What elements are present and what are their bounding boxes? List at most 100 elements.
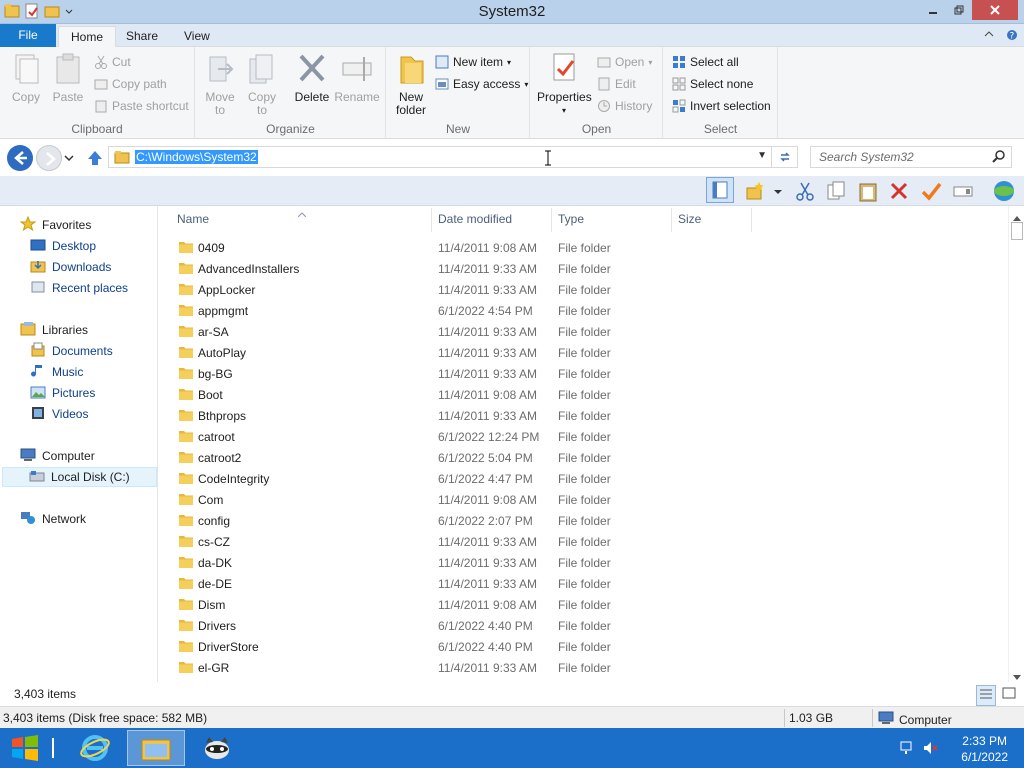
history-button[interactable]: History	[597, 97, 652, 115]
move-to-button[interactable]: Move to	[202, 51, 238, 117]
nav-music[interactable]: Music	[30, 362, 83, 382]
file-row[interactable]: appmgmt 6/1/2022 4:54 PM File folder	[160, 300, 1008, 321]
copy-path-button[interactable]: Copy path	[94, 75, 167, 93]
network-tray-icon[interactable]	[900, 740, 916, 759]
search-icon[interactable]	[991, 149, 1007, 168]
file-row[interactable]: AutoPlay 11/4/2011 9:33 AM File folder	[160, 342, 1008, 363]
tab-home[interactable]: Home	[58, 26, 117, 47]
file-row[interactable]: Dism 11/4/2011 9:08 AM File folder	[160, 594, 1008, 615]
vertical-scrollbar[interactable]	[1008, 206, 1024, 682]
taskbar-file-explorer[interactable]	[127, 730, 185, 766]
cut-icon[interactable]	[794, 180, 816, 202]
file-row[interactable]: de-DE 11/4/2011 9:33 AM File folder	[160, 573, 1008, 594]
address-bar[interactable]: C:\Windows\System32 ▼	[108, 146, 772, 168]
paste-shortcut-button[interactable]: Paste shortcut	[94, 97, 189, 115]
collapse-ribbon-icon[interactable]	[984, 29, 994, 44]
nav-recent-places[interactable]: Recent places	[30, 278, 128, 298]
scrollbar-thumb[interactable]	[1011, 222, 1023, 240]
refresh-button[interactable]	[772, 146, 798, 168]
large-icons-view-icon[interactable]	[1000, 685, 1018, 706]
column-header-name[interactable]: Name	[177, 212, 209, 230]
tab-file[interactable]: File	[0, 24, 56, 47]
file-row[interactable]: ar-SA 11/4/2011 9:33 AM File folder	[160, 321, 1008, 342]
taskbar-raccoon-app[interactable]	[188, 730, 246, 766]
paste-icon[interactable]	[857, 180, 879, 202]
volume-muted-icon[interactable]	[922, 740, 938, 759]
column-header-size[interactable]: Size	[678, 212, 701, 230]
taskbar-internet-explorer[interactable]	[66, 730, 124, 766]
delete-icon[interactable]	[888, 180, 910, 202]
nav-downloads[interactable]: Downloads	[30, 257, 111, 277]
rename-button[interactable]: Rename	[334, 51, 380, 104]
search-input[interactable]: Search System32	[810, 146, 1012, 168]
forward-button[interactable]	[36, 145, 62, 171]
file-row[interactable]: cs-CZ 11/4/2011 9:33 AM File folder	[160, 531, 1008, 552]
file-row[interactable]: Bthprops 11/4/2011 9:33 AM File folder	[160, 405, 1008, 426]
nav-libraries[interactable]: Libraries	[20, 320, 88, 340]
file-row[interactable]: bg-BG 11/4/2011 9:33 AM File folder	[160, 363, 1008, 384]
chevron-down-icon[interactable]	[772, 180, 784, 202]
file-row[interactable]: config 6/1/2022 2:07 PM File folder	[160, 510, 1008, 531]
column-separator[interactable]	[751, 208, 752, 232]
file-row[interactable]: Boot 11/4/2011 9:08 AM File folder	[160, 384, 1008, 405]
paste-button[interactable]: Paste	[50, 51, 86, 104]
select-all-button[interactable]: Select all	[672, 53, 739, 71]
copy-button[interactable]: Copy	[8, 51, 44, 104]
nav-desktop[interactable]: Desktop	[30, 236, 96, 256]
globe-icon[interactable]	[990, 180, 1018, 202]
recent-locations-chevron-icon[interactable]	[64, 152, 74, 166]
file-row[interactable]: 0409 11/4/2011 9:08 AM File folder	[160, 237, 1008, 258]
tab-share[interactable]: Share	[114, 26, 170, 47]
file-row[interactable]: da-DK 11/4/2011 9:33 AM File folder	[160, 552, 1008, 573]
column-separator[interactable]	[431, 208, 432, 232]
file-row[interactable]: el-GR 11/4/2011 9:33 AM File folder	[160, 657, 1008, 678]
column-separator[interactable]	[551, 208, 552, 232]
copy-to-button[interactable]: Copy to	[244, 51, 280, 117]
copy-icon[interactable]	[825, 180, 847, 202]
nav-favorites[interactable]: Favorites	[19, 215, 91, 235]
open-button[interactable]: Open ▾	[597, 53, 652, 71]
up-arrow-icon[interactable]	[86, 149, 104, 170]
rename-icon[interactable]	[952, 180, 974, 202]
nav-videos[interactable]: Videos	[30, 404, 88, 424]
new-item-button[interactable]: New item ▾	[435, 53, 511, 71]
new-folder-button[interactable]: New folder	[393, 51, 429, 117]
file-row[interactable]: AdvancedInstallers 11/4/2011 9:33 AM File …	[160, 258, 1008, 279]
nav-documents[interactable]: Documents	[30, 341, 113, 361]
file-row[interactable]: catroot2 6/1/2022 5:04 PM File folder	[160, 447, 1008, 468]
tab-view[interactable]: View	[172, 26, 222, 47]
checkmark-icon[interactable]	[920, 180, 942, 202]
file-row[interactable]: DriverStore 6/1/2022 4:40 PM File folder	[160, 636, 1008, 657]
column-header-date-modified[interactable]: Date modified	[438, 212, 512, 230]
start-button[interactable]	[10, 734, 40, 762]
file-row[interactable]: AppLocker 11/4/2011 9:33 AM File folder	[160, 279, 1008, 300]
new-folder-star-icon[interactable]	[744, 180, 766, 202]
preview-pane-button[interactable]	[706, 177, 734, 203]
address-path[interactable]: C:\Windows\System32	[135, 150, 258, 164]
easy-access-button[interactable]: Easy access ▾	[435, 75, 528, 93]
nav-pictures[interactable]: Pictures	[30, 383, 95, 403]
cut-button[interactable]: Cut	[94, 53, 131, 71]
file-row[interactable]: CodeIntegrity 6/1/2022 4:47 PM File folder	[160, 468, 1008, 489]
select-none-button[interactable]: Select none	[672, 75, 753, 93]
nav-network[interactable]: Network	[20, 509, 86, 529]
file-row[interactable]: Drivers 6/1/2022 4:40 PM File folder	[160, 615, 1008, 636]
properties-button[interactable]: Properties ▾	[537, 51, 592, 117]
file-row[interactable]: catroot 6/1/2022 12:24 PM File folder	[160, 426, 1008, 447]
column-separator[interactable]	[671, 208, 672, 232]
details-view-icon[interactable]	[976, 685, 996, 706]
column-header-type[interactable]: Type	[558, 212, 584, 230]
minimize-button[interactable]	[920, 0, 946, 20]
help-icon[interactable]: ?	[1006, 29, 1018, 44]
back-button[interactable]	[7, 145, 33, 171]
nav-local-disk[interactable]: Local Disk (C:)	[2, 467, 157, 487]
delete-button[interactable]: Delete	[292, 51, 332, 104]
file-row[interactable]: Com 11/4/2011 9:08 AM File folder	[160, 489, 1008, 510]
address-dropdown-icon[interactable]: ▼	[757, 150, 767, 161]
invert-selection-button[interactable]: Invert selection	[672, 97, 771, 115]
restore-button[interactable]	[946, 0, 972, 20]
edit-button[interactable]: Edit	[597, 75, 636, 93]
nav-computer[interactable]: Computer	[20, 446, 95, 466]
clock[interactable]: 2:33 PM 6/1/2022	[961, 733, 1008, 765]
close-button[interactable]	[972, 0, 1018, 20]
